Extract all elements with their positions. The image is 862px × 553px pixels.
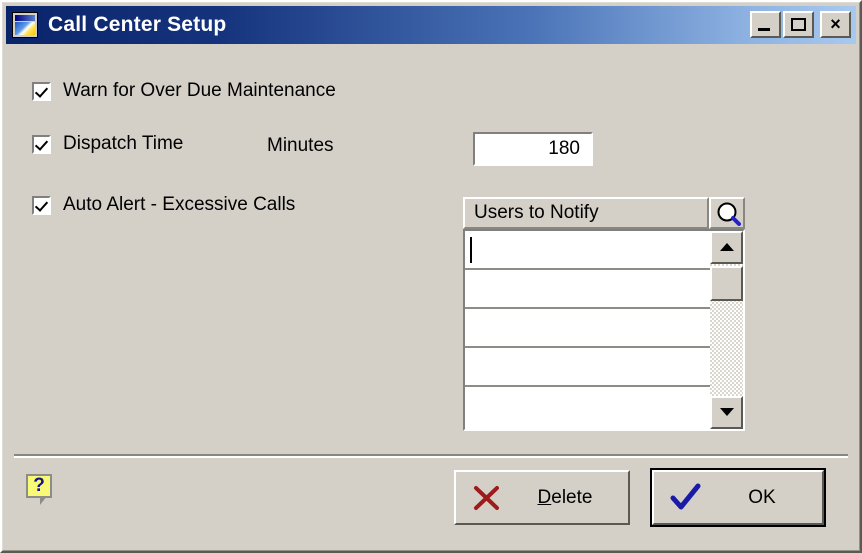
close-button[interactable]: ×	[820, 11, 851, 38]
scroll-up-arrow-icon	[720, 243, 734, 251]
close-icon: ×	[830, 14, 841, 34]
ok-button-inner: OK	[652, 470, 824, 525]
minimize-icon	[758, 28, 770, 31]
help-question-icon[interactable]: ?	[26, 474, 54, 506]
scrollbar-up-button[interactable]	[710, 231, 743, 264]
grid-column-header-users-to-notify[interactable]: Users to Notify	[463, 197, 709, 229]
blue-check-icon	[670, 483, 701, 509]
auto-alert-label: Auto Alert - Excessive Calls	[63, 194, 296, 215]
warn-overdue-checkbox[interactable]	[32, 81, 51, 101]
delete-button[interactable]: Delete	[454, 470, 630, 525]
window-app-icon[interactable]	[12, 12, 38, 38]
help-question-mark: ?	[33, 475, 45, 496]
delete-accel-letter: D	[537, 486, 552, 508]
maximize-icon	[791, 18, 806, 31]
text-caret	[470, 237, 472, 263]
scroll-down-arrow-icon	[720, 408, 734, 416]
minutes-input[interactable]: 180	[473, 132, 593, 166]
grid-header: Users to Notify	[463, 197, 745, 229]
scrollbar-down-button[interactable]	[710, 396, 743, 429]
maximize-button[interactable]	[783, 11, 814, 38]
table-row[interactable]	[465, 387, 710, 426]
dispatch-time-label: Dispatch Time	[63, 133, 184, 154]
minimize-button[interactable]	[750, 11, 781, 38]
dialog-window: Call Center Setup × Warn for Over Due Ma…	[0, 0, 862, 553]
window-app-icon-bar	[15, 15, 35, 21]
grid-body[interactable]	[463, 229, 745, 431]
window-app-icon-body	[15, 22, 35, 35]
red-x-icon	[474, 485, 499, 510]
ok-button-label: OK	[748, 486, 776, 508]
option-row-auto-alert[interactable]: Auto Alert - Excessive Calls	[32, 194, 295, 216]
magnifier-icon	[717, 202, 741, 226]
title-bar-buttons: ×	[750, 11, 851, 38]
table-row[interactable]	[465, 348, 710, 387]
auto-alert-checkbox[interactable]	[32, 195, 51, 215]
minutes-label: Minutes	[267, 135, 334, 156]
search-button[interactable]	[709, 197, 745, 229]
option-row-warn-overdue[interactable]: Warn for Over Due Maintenance	[32, 80, 336, 102]
scrollbar-thumb[interactable]	[710, 266, 743, 301]
dispatch-time-checkbox[interactable]	[32, 134, 51, 154]
grid-vertical-scrollbar[interactable]	[710, 231, 743, 429]
option-row-dispatch-time[interactable]: Dispatch Time	[32, 133, 183, 155]
window-title: Call Center Setup	[48, 13, 227, 36]
table-row[interactable]	[465, 270, 710, 309]
footer-separator	[14, 454, 848, 458]
warn-overdue-label: Warn for Over Due Maintenance	[63, 80, 336, 101]
delete-label-rest: elete	[551, 486, 593, 508]
title-bar[interactable]: Call Center Setup ×	[6, 6, 856, 44]
table-row[interactable]	[465, 231, 710, 270]
table-row[interactable]	[465, 309, 710, 348]
ok-button[interactable]: OK	[650, 468, 826, 527]
users-to-notify-grid: Users to Notify	[463, 197, 745, 431]
grid-row-list	[465, 231, 710, 429]
delete-button-label: Delete	[502, 487, 628, 509]
